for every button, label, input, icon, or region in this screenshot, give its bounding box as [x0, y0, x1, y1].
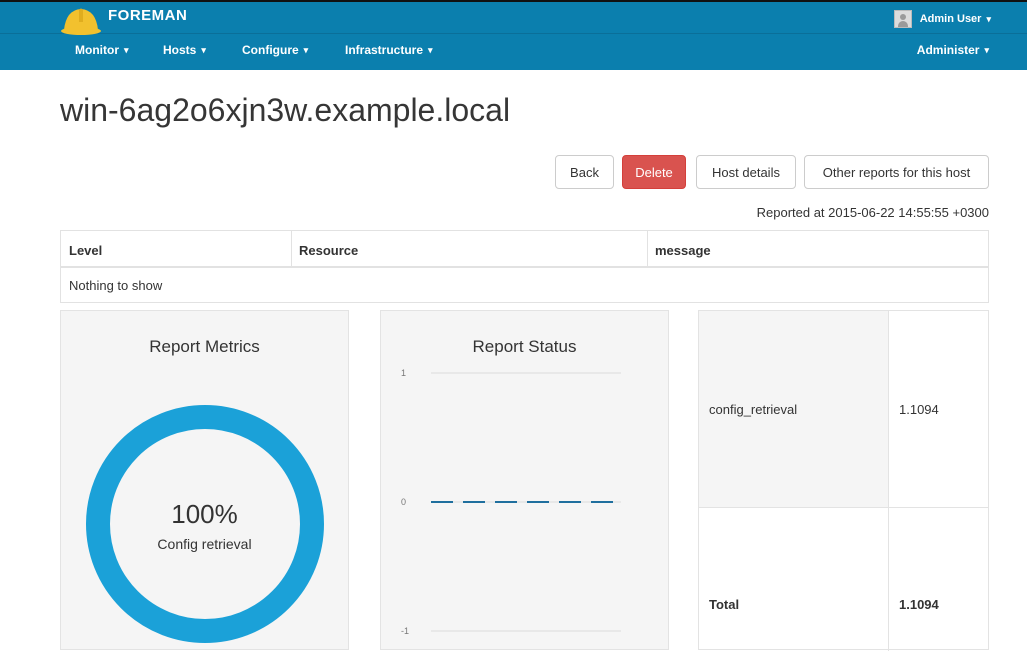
chevron-down-icon: ▾ — [201, 44, 206, 55]
navbar-top-row: FOREMAN Admin User ▾ — [0, 2, 1027, 36]
nav-administer[interactable]: Administer ▾ — [917, 43, 989, 57]
column-header-level: Level — [69, 243, 103, 258]
delete-button[interactable]: Delete — [622, 155, 686, 189]
nav-configure-label: Configure — [242, 43, 299, 57]
foreman-helmet-icon[interactable] — [58, 4, 104, 36]
main-nav: Monitor ▾ Hosts ▾ Configure ▾ Infrastructur… — [0, 43, 1027, 65]
chevron-down-icon: ▾ — [984, 44, 989, 55]
metric-name: config_retrieval — [709, 402, 798, 417]
nav-administer-label: Administer — [916, 43, 980, 57]
chevron-down-icon: ▾ — [428, 44, 433, 55]
column-header-message: message — [655, 243, 711, 258]
metric-total-label: Total — [709, 597, 740, 612]
nav-infrastructure-label: Infrastructure — [345, 43, 424, 57]
table-row: Nothing to show — [61, 268, 988, 302]
donut-chart — [86, 405, 324, 643]
reported-at: Reported at 2015-06-22 14:55:55 +0300 — [756, 205, 989, 220]
column-header-resource: Resource — [299, 243, 359, 258]
nav-hosts[interactable]: Hosts ▾ — [163, 43, 206, 57]
column-divider — [647, 231, 648, 268]
report-metrics-panel: Report Metrics 100% Config retrieval — [60, 310, 349, 650]
table-header: Level Resource message — [61, 231, 988, 268]
other-reports-button[interactable]: Other reports for this host — [804, 155, 989, 189]
nav-hosts-label: Hosts — [163, 43, 197, 57]
back-button[interactable]: Back — [555, 155, 614, 189]
metrics-table: config_retrieval 1.1094 Total 1.1094 — [698, 310, 989, 651]
nav-infrastructure[interactable]: Infrastructure ▾ — [345, 43, 433, 57]
user-name: Admin User — [919, 13, 982, 25]
metric-value: 1.1094 — [899, 402, 939, 417]
chevron-down-icon: ▾ — [986, 13, 991, 24]
nav-monitor[interactable]: Monitor ▾ — [75, 43, 129, 57]
empty-message: Nothing to show — [69, 278, 163, 293]
user-menu[interactable]: Admin User ▾ — [893, 10, 991, 28]
chevron-down-icon: ▾ — [124, 44, 129, 55]
table-row: config_retrieval 1.1094 — [699, 311, 988, 508]
avatar — [893, 10, 912, 28]
donut-percentage: 100% — [171, 499, 238, 529]
y-tick-label: 0 — [401, 497, 406, 507]
report-log-table: Level Resource message Nothing to show — [60, 230, 989, 303]
metric-name-cell: Total — [699, 508, 888, 651]
top-navbar: FOREMAN Admin User ▾ Monitor ▾ Hosts ▾ Con… — [0, 0, 1027, 70]
host-details-button[interactable]: Host details — [696, 155, 796, 189]
metric-value-cell: 1.1094 — [888, 508, 989, 651]
metric-value-cell: 1.1094 — [888, 311, 989, 507]
brand-name[interactable]: FOREMAN — [108, 7, 187, 24]
y-tick-label: -1 — [401, 626, 409, 636]
nav-configure[interactable]: Configure ▾ — [242, 43, 308, 57]
metric-total-value: 1.1094 — [899, 597, 939, 612]
table-row: Total 1.1094 — [699, 508, 988, 651]
chevron-down-icon: ▾ — [303, 44, 309, 55]
y-tick-label: 1 — [401, 368, 406, 378]
column-divider — [291, 231, 292, 268]
nav-monitor-label: Monitor — [75, 43, 119, 57]
donut-label: Config retrieval — [157, 536, 252, 552]
metric-name-cell: config_retrieval — [699, 311, 888, 507]
status-line-chart: 1 0 -1 — [401, 368, 621, 636]
report-status-panel: Report Status 1 0 -1 — [380, 310, 669, 650]
page-title: win-6ag2o6xjn3w.example.local — [60, 92, 511, 128]
